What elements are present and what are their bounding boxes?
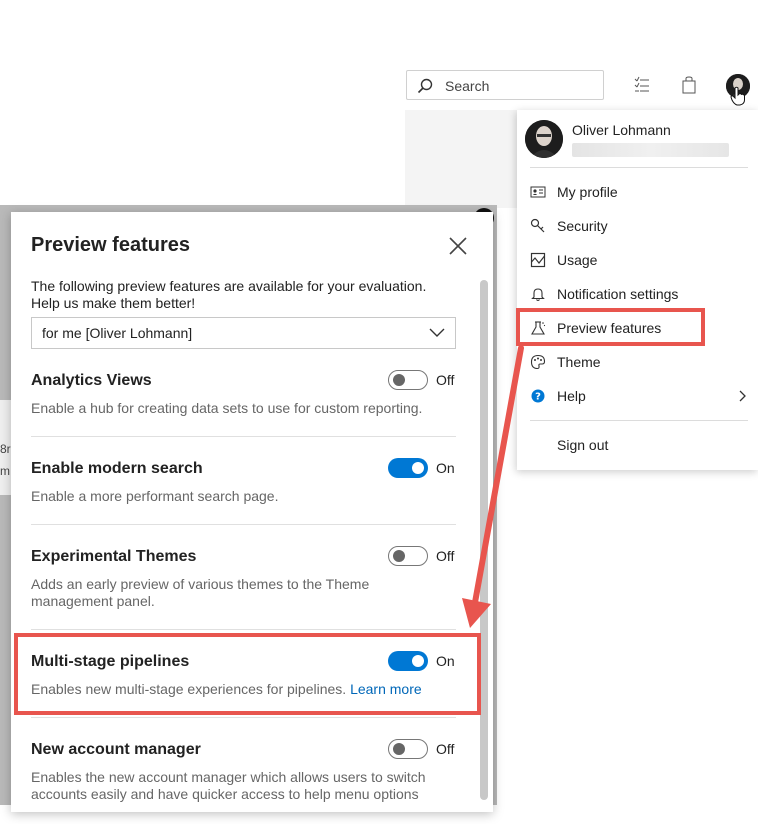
svg-text:?: ? [535, 392, 541, 403]
feature-description: Enables new multi-stage experiences for … [31, 681, 451, 698]
feature-name: Multi-stage pipelines [31, 653, 190, 670]
key-icon [530, 218, 545, 233]
toggle-label: On [436, 653, 455, 669]
toggle-label: Off [436, 741, 455, 757]
feature-description: Enables the new account manager which al… [31, 769, 426, 802]
chevron-right-icon [739, 390, 746, 402]
chevron-down-icon [429, 328, 445, 337]
search-icon [417, 78, 433, 94]
menu-item-label: Security [557, 218, 608, 234]
scope-selected-value: for me [Oliver Lohmann] [42, 325, 193, 341]
menu-item-label: Help [557, 388, 586, 404]
menu-item-notification-settings[interactable]: Notification settings [530, 279, 755, 309]
feature-description: Adds an early preview of various themes … [31, 576, 370, 609]
menu-item-usage[interactable]: Usage [530, 245, 755, 275]
menu-item-my-profile[interactable]: My profile [530, 177, 755, 207]
bell-icon [531, 288, 545, 302]
feature-name: Experimental Themes [31, 548, 197, 565]
toggle-knob [412, 462, 424, 474]
avatar-image [525, 120, 563, 158]
divider [31, 524, 456, 525]
toggle-knob [393, 550, 405, 562]
menu-item-label: Theme [557, 354, 601, 370]
search-input[interactable] [443, 75, 597, 97]
toggle-switch[interactable] [388, 546, 428, 566]
scope-dropdown[interactable]: for me [Oliver Lohmann] [31, 317, 456, 349]
toggle-label: Off [436, 372, 455, 388]
search-box[interactable] [406, 70, 604, 100]
feature-name: Enable modern search [31, 460, 203, 477]
menu-item-label: My profile [557, 184, 618, 200]
close-icon[interactable] [448, 236, 468, 256]
toggle-knob [393, 743, 405, 755]
panel-description: The following preview features are avail… [31, 278, 427, 311]
hand-cursor-icon [730, 86, 745, 106]
flask-icon [531, 321, 546, 335]
profile-avatar [525, 120, 563, 158]
toggle-label: On [436, 460, 455, 476]
contact-card-icon [530, 186, 546, 198]
menu-item-sign-out[interactable]: Sign out [530, 430, 755, 460]
toggle-knob [393, 374, 405, 386]
feature-description: Enable a more performant search page. [31, 488, 279, 504]
toggle-label: Off [436, 548, 455, 564]
divider [31, 436, 456, 437]
background-text: 8r [0, 442, 11, 456]
menu-item-label: Preview features [557, 320, 662, 336]
panel-title: Preview features [31, 234, 190, 256]
divider [31, 629, 456, 630]
menu-separator [530, 167, 748, 168]
feature-description-text: Enables new multi-stage experiences for … [31, 681, 347, 697]
profile-menu: Oliver Lohmann My profile Security Usage… [517, 110, 758, 470]
background-text: m [0, 464, 10, 478]
toggle-switch[interactable] [388, 739, 428, 759]
learn-more-link[interactable]: Learn more [350, 681, 422, 697]
toggle-switch[interactable] [388, 458, 428, 478]
menu-item-preview-features[interactable]: Preview features [530, 313, 755, 343]
menu-item-security[interactable]: Security [530, 211, 755, 241]
panel-scrollbar[interactable] [480, 280, 488, 800]
menu-item-label: Notification settings [557, 286, 679, 302]
preview-features-panel: Preview features The following preview f… [11, 212, 493, 812]
menu-separator [530, 420, 748, 421]
usage-icon [530, 252, 546, 268]
menu-item-help[interactable]: ? Help [530, 381, 755, 411]
toggle-switch[interactable] [388, 370, 428, 390]
palette-icon [530, 354, 546, 370]
profile-email-redacted [572, 143, 729, 157]
help-icon: ? [531, 389, 545, 403]
menu-item-label: Sign out [557, 437, 609, 453]
feature-name: New account manager [31, 741, 201, 758]
shopping-bag-icon[interactable] [682, 76, 696, 94]
toggle-switch[interactable] [388, 651, 428, 671]
divider [31, 717, 456, 718]
feature-description: Enable a hub for creating data sets to u… [31, 400, 423, 416]
checklist-icon[interactable] [634, 76, 650, 94]
feature-name: Analytics Views [31, 372, 152, 389]
menu-item-label: Usage [557, 252, 598, 268]
page-background-area [405, 110, 520, 208]
toggle-knob [412, 655, 424, 667]
profile-name: Oliver Lohmann [572, 122, 671, 138]
menu-item-theme[interactable]: Theme [530, 347, 755, 377]
